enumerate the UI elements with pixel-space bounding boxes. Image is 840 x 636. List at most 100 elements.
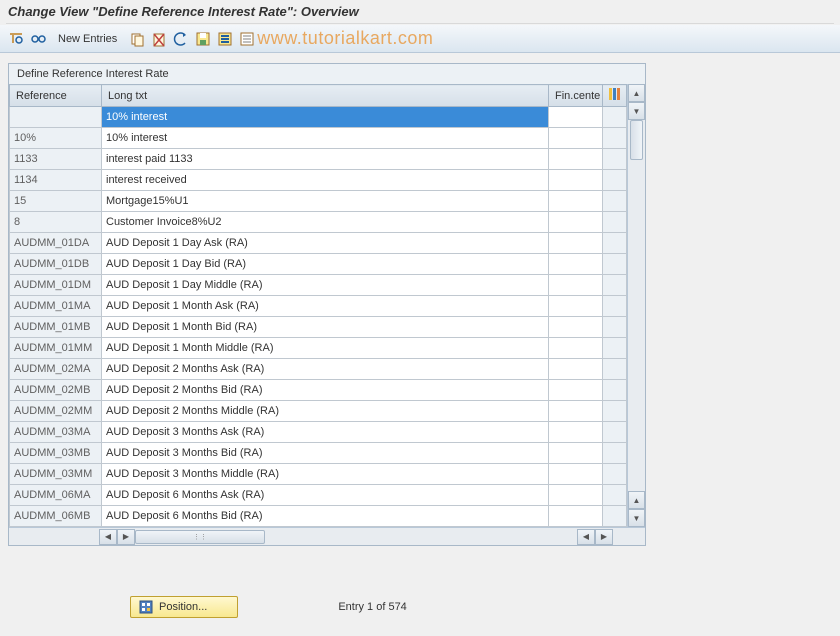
column-header-long-txt[interactable]: Long txt <box>102 85 549 107</box>
reference-cell[interactable]: AUDMM_01MA <box>10 296 102 317</box>
table-row[interactable]: AUDMM_01MAAUD Deposit 1 Month Ask (RA) <box>10 296 627 317</box>
hscroll-left-button[interactable]: ◀ <box>99 529 117 545</box>
fin-center-cell[interactable] <box>549 443 603 464</box>
long-text-cell[interactable]: AUD Deposit 6 Months Bid (RA) <box>102 506 549 527</box>
fin-center-cell[interactable] <box>549 359 603 380</box>
fin-center-cell[interactable] <box>549 107 603 128</box>
fin-center-cell[interactable] <box>549 422 603 443</box>
table-row[interactable]: AUDMM_02MBAUD Deposit 2 Months Bid (RA) <box>10 380 627 401</box>
column-config-button[interactable] <box>603 85 627 107</box>
table-row[interactable]: 10%10% interest <box>10 128 627 149</box>
reference-cell[interactable]: AUDMM_03MB <box>10 443 102 464</box>
long-text-cell[interactable]: AUD Deposit 1 Day Middle (RA) <box>102 275 549 296</box>
fin-center-cell[interactable] <box>549 296 603 317</box>
reference-cell[interactable]: AUDMM_01DB <box>10 254 102 275</box>
save-icon[interactable] <box>195 31 211 47</box>
table-row[interactable]: AUDMM_02MAAUD Deposit 2 Months Ask (RA) <box>10 359 627 380</box>
long-text-cell[interactable]: AUD Deposit 1 Day Bid (RA) <box>102 254 549 275</box>
fin-center-cell[interactable] <box>549 401 603 422</box>
vscroll-track[interactable] <box>628 120 645 491</box>
long-text-cell[interactable]: AUD Deposit 1 Month Bid (RA) <box>102 317 549 338</box>
hscroll-left-button-2[interactable]: ◀ <box>577 529 595 545</box>
long-text-cell[interactable]: AUD Deposit 2 Months Middle (RA) <box>102 401 549 422</box>
table-row[interactable]: AUDMM_02MMAUD Deposit 2 Months Middle (R… <box>10 401 627 422</box>
reference-cell[interactable]: AUDMM_03MA <box>10 422 102 443</box>
reference-cell[interactable]: AUDMM_02MM <box>10 401 102 422</box>
scroll-up-page-button[interactable]: ▼ <box>628 102 645 120</box>
reference-cell[interactable]: 1134 <box>10 170 102 191</box>
fin-center-cell[interactable] <box>549 191 603 212</box>
fin-center-cell[interactable] <box>549 233 603 254</box>
table-row[interactable]: AUDMM_03MMAUD Deposit 3 Months Middle (R… <box>10 464 627 485</box>
long-text-cell[interactable]: AUD Deposit 2 Months Ask (RA) <box>102 359 549 380</box>
table-row[interactable]: 10% interest <box>10 107 627 128</box>
fin-center-cell[interactable] <box>549 128 603 149</box>
reference-cell[interactable]: 8 <box>10 212 102 233</box>
table-row[interactable]: 1133interest paid 1133 <box>10 149 627 170</box>
table-row[interactable]: AUDMM_06MAAUD Deposit 6 Months Ask (RA) <box>10 485 627 506</box>
reference-cell[interactable]: AUDMM_01MB <box>10 317 102 338</box>
reference-cell[interactable]: 1133 <box>10 149 102 170</box>
table-row[interactable]: AUDMM_01MBAUD Deposit 1 Month Bid (RA) <box>10 317 627 338</box>
fin-center-cell[interactable] <box>549 380 603 401</box>
vscroll-thumb[interactable] <box>630 120 643 160</box>
reference-cell[interactable]: AUDMM_06MA <box>10 485 102 506</box>
copy-icon[interactable] <box>129 31 145 47</box>
hscroll-thumb[interactable] <box>135 530 265 544</box>
vertical-scrollbar[interactable]: ▲ ▼ ▲ ▼ <box>627 84 645 527</box>
long-text-cell[interactable]: interest received <box>102 170 549 191</box>
table-row[interactable]: AUDMM_03MBAUD Deposit 3 Months Bid (RA) <box>10 443 627 464</box>
long-text-cell[interactable]: AUD Deposit 3 Months Bid (RA) <box>102 443 549 464</box>
delete-icon[interactable] <box>151 31 167 47</box>
table-row[interactable]: AUDMM_01DMAUD Deposit 1 Day Middle (RA) <box>10 275 627 296</box>
reference-cell[interactable]: AUDMM_01MM <box>10 338 102 359</box>
select-all-icon[interactable] <box>217 31 233 47</box>
long-text-cell[interactable]: Mortgage15%U1 <box>102 191 549 212</box>
long-text-cell[interactable]: AUD Deposit 1 Month Middle (RA) <box>102 338 549 359</box>
long-text-cell[interactable]: 10% interest <box>102 128 549 149</box>
long-text-cell[interactable]: AUD Deposit 1 Month Ask (RA) <box>102 296 549 317</box>
toggle-display-icon[interactable] <box>8 31 24 47</box>
table-row[interactable]: 8Customer Invoice8%U2 <box>10 212 627 233</box>
table-row[interactable]: AUDMM_01DAAUD Deposit 1 Day Ask (RA) <box>10 233 627 254</box>
reference-cell[interactable]: 10% <box>10 128 102 149</box>
long-text-cell[interactable]: AUD Deposit 1 Day Ask (RA) <box>102 233 549 254</box>
new-entries-button[interactable]: New Entries <box>52 33 123 45</box>
fin-center-cell[interactable] <box>549 170 603 191</box>
glasses-icon[interactable] <box>30 31 46 47</box>
table-row[interactable]: AUDMM_06MBAUD Deposit 6 Months Bid (RA) <box>10 506 627 527</box>
table-row[interactable]: 15Mortgage15%U1 <box>10 191 627 212</box>
column-header-reference[interactable]: Reference <box>10 85 102 107</box>
long-text-cell[interactable]: AUD Deposit 6 Months Ask (RA) <box>102 485 549 506</box>
long-text-cell[interactable]: AUD Deposit 2 Months Bid (RA) <box>102 380 549 401</box>
reference-cell[interactable] <box>10 107 102 128</box>
reference-cell[interactable]: AUDMM_01DM <box>10 275 102 296</box>
hscroll-right-button[interactable]: ▶ <box>117 529 135 545</box>
long-text-cell[interactable]: 10% interest <box>102 107 549 128</box>
fin-center-cell[interactable] <box>549 317 603 338</box>
hscroll-track[interactable] <box>135 529 479 545</box>
fin-center-cell[interactable] <box>549 212 603 233</box>
fin-center-cell[interactable] <box>549 485 603 506</box>
deselect-all-icon[interactable] <box>239 31 255 47</box>
hscroll-right-button-2[interactable]: ▶ <box>595 529 613 545</box>
position-button[interactable]: Position... <box>130 596 238 618</box>
column-header-fin-center[interactable]: Fin.cente <box>549 85 603 107</box>
scroll-down-page-button[interactable]: ▲ <box>628 491 645 509</box>
reference-cell[interactable]: 15 <box>10 191 102 212</box>
scroll-down-button[interactable]: ▼ <box>628 509 645 527</box>
long-text-cell[interactable]: interest paid 1133 <box>102 149 549 170</box>
fin-center-cell[interactable] <box>549 149 603 170</box>
fin-center-cell[interactable] <box>549 338 603 359</box>
reference-cell[interactable]: AUDMM_02MA <box>10 359 102 380</box>
horizontal-scrollbar[interactable]: ◀ ▶ ◀ ▶ <box>9 527 645 545</box>
reference-cell[interactable]: AUDMM_01DA <box>10 233 102 254</box>
fin-center-cell[interactable] <box>549 275 603 296</box>
long-text-cell[interactable]: AUD Deposit 3 Months Middle (RA) <box>102 464 549 485</box>
table-row[interactable]: AUDMM_01MMAUD Deposit 1 Month Middle (RA… <box>10 338 627 359</box>
undo-icon[interactable] <box>173 31 189 47</box>
fin-center-cell[interactable] <box>549 464 603 485</box>
long-text-cell[interactable]: AUD Deposit 3 Months Ask (RA) <box>102 422 549 443</box>
reference-cell[interactable]: AUDMM_02MB <box>10 380 102 401</box>
long-text-cell[interactable]: Customer Invoice8%U2 <box>102 212 549 233</box>
